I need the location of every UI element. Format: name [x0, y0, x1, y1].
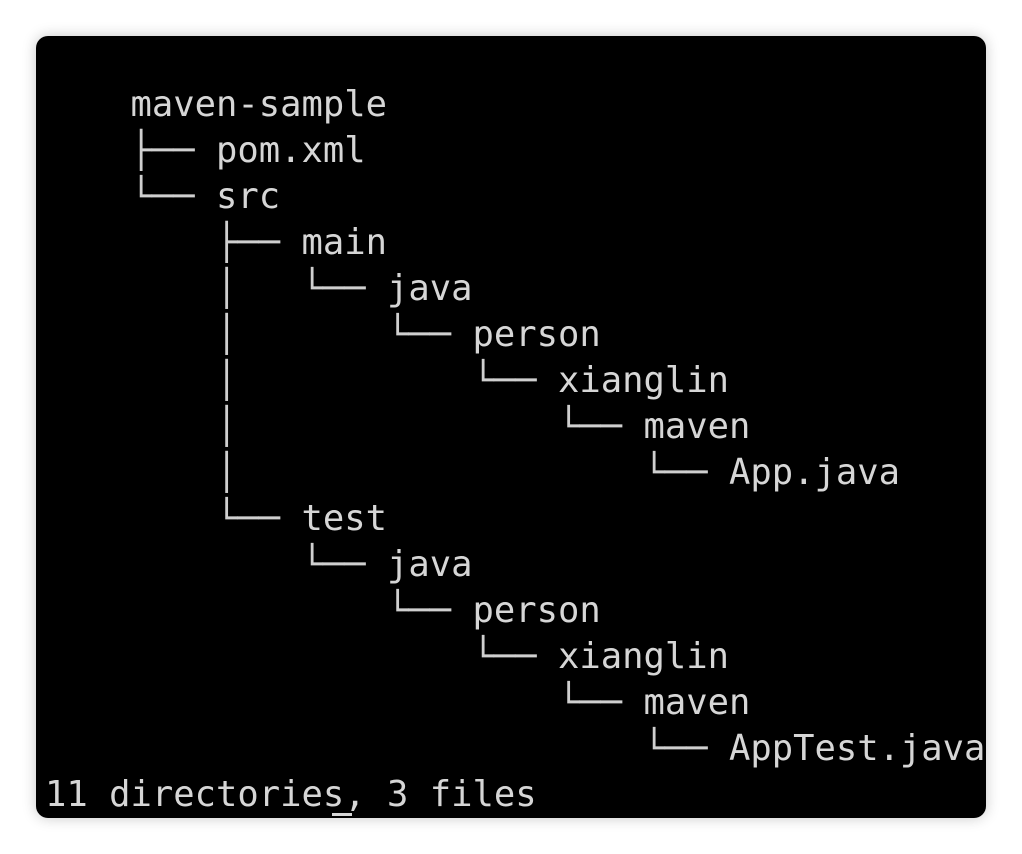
- tree-line: └── xianglin: [45, 588, 729, 677]
- tree-line: ├── pom.xml: [45, 82, 366, 171]
- tree-line: ├── main: [45, 174, 387, 263]
- tree-entry-name: AppTest.java: [728, 728, 986, 769]
- terminal-window[interactable]: maven-sample ├── pom.xml └── src ├── mai…: [36, 36, 986, 818]
- tree-line: │ └── person: [45, 266, 601, 355]
- tree-line: └── person: [45, 542, 601, 631]
- tree-root: maven-sample: [45, 36, 387, 125]
- tree-line: └── maven: [45, 634, 750, 723]
- tree-line: │ └── xianglin: [45, 312, 729, 401]
- tree-line: │ └── App.java: [45, 404, 900, 493]
- text-cursor: [332, 813, 352, 816]
- tree-summary: 11 directories, 3 files: [45, 774, 537, 815]
- tree-branch: └──: [130, 728, 729, 769]
- tree-line: └── AppTest.java: [45, 680, 985, 769]
- tree-line: └── java: [45, 496, 472, 585]
- tree-line: └── src: [45, 128, 281, 217]
- tree-line: │ └── maven: [45, 358, 750, 447]
- tree-entry-name: App.java: [728, 452, 900, 493]
- tree-line: │ └── java: [45, 220, 473, 309]
- tree-line: └── test: [45, 450, 387, 539]
